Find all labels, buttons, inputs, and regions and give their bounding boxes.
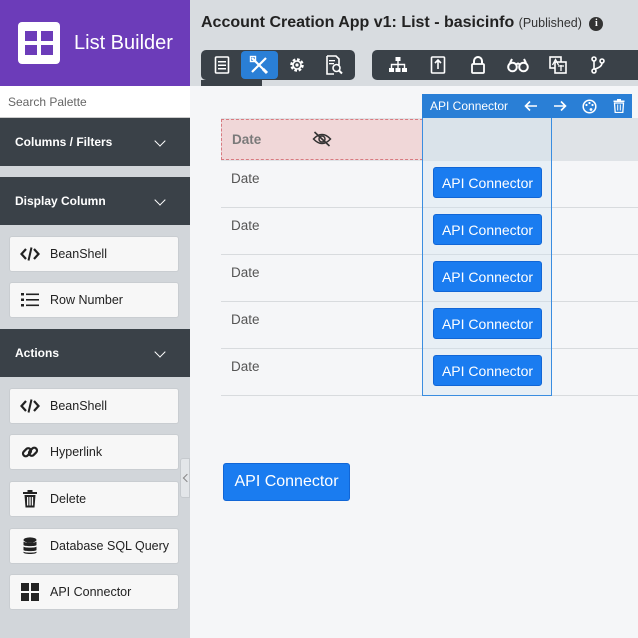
- palette-item-label: BeanShell: [50, 247, 107, 261]
- numbered-list-icon: [20, 290, 40, 310]
- brand-bar: List Builder: [0, 0, 190, 86]
- api-connector-button[interactable]: API Connector: [433, 308, 542, 339]
- column-toolbar-label: API Connector: [430, 99, 509, 113]
- file-export-icon: [430, 56, 446, 74]
- section-actions[interactable]: Actions: [0, 329, 190, 377]
- palette-item-label: Row Number: [50, 293, 123, 307]
- design-tools-icon: [250, 55, 269, 75]
- palette-icon[interactable]: [580, 97, 598, 115]
- api-connector-button[interactable]: API Connector: [433, 261, 542, 292]
- date-cell: Date: [231, 265, 260, 280]
- api-connector-button[interactable]: API Connector: [433, 214, 542, 245]
- info-icon[interactable]: i: [589, 17, 604, 31]
- version-button[interactable]: [578, 51, 618, 79]
- tree-view-button[interactable]: [378, 51, 418, 79]
- branch-icon: [591, 56, 605, 74]
- builder-header: Account Creation App v1: List - basicinf…: [190, 0, 638, 90]
- section-display-column[interactable]: Display Column: [0, 177, 190, 225]
- page-title-text: Account Creation App v1: List - basicinf…: [201, 14, 515, 31]
- binoculars-icon: [507, 58, 529, 73]
- column-header-label: Date: [232, 132, 262, 147]
- section-title: Actions: [15, 346, 60, 360]
- section-title: Display Column: [15, 194, 106, 208]
- date-cell: Date: [231, 312, 260, 327]
- bulk-api-connector-button[interactable]: API Connector: [223, 463, 350, 501]
- chevron-down-icon: [154, 194, 166, 206]
- lock-icon: [471, 56, 485, 74]
- collapse-sidebar-handle[interactable]: [180, 458, 190, 498]
- translate-icon: [549, 56, 567, 74]
- search-palette-input[interactable]: [0, 86, 190, 118]
- gear-icon: [290, 58, 304, 72]
- palette-item-api-connector[interactable]: API Connector: [9, 574, 179, 610]
- inspect-button[interactable]: [498, 51, 538, 79]
- code-icon: [20, 244, 40, 264]
- palette-item-label: Hyperlink: [50, 445, 103, 459]
- column-header-date[interactable]: Date: [221, 119, 423, 160]
- page-title: Account Creation App v1: List - basicinf…: [201, 14, 604, 32]
- eye-slash-icon[interactable]: [312, 131, 332, 150]
- export-button[interactable]: [418, 51, 458, 79]
- date-cell: Date: [231, 218, 260, 233]
- settings-button[interactable]: [278, 51, 316, 79]
- chevron-down-icon: [154, 135, 166, 147]
- palette-item-label: API Connector: [50, 585, 132, 599]
- date-cell: Date: [231, 359, 260, 374]
- grid-logo-icon: [18, 22, 60, 64]
- database-icon: [20, 536, 40, 556]
- list-icon: [214, 56, 230, 74]
- translate-button[interactable]: [538, 51, 578, 79]
- column-toolbar: API Connector: [422, 94, 632, 118]
- windows-grid-icon: [20, 582, 40, 602]
- palette-item-row-number[interactable]: Row Number: [9, 282, 179, 318]
- palette-item-delete[interactable]: Delete: [9, 481, 179, 517]
- palette-item-label: BeanShell: [50, 399, 107, 413]
- list-view-button[interactable]: [203, 51, 241, 79]
- design-button[interactable]: [240, 51, 278, 79]
- trash-icon[interactable]: [610, 97, 628, 115]
- palette-item-label: Delete: [50, 492, 87, 506]
- brand-title: List Builder: [74, 31, 173, 54]
- palette-item-database-sql-query[interactable]: Database SQL Query: [9, 528, 179, 564]
- publish-status: (Published): [518, 16, 582, 30]
- chevron-down-icon: [154, 346, 166, 358]
- preview-button[interactable]: [316, 51, 354, 79]
- permission-button[interactable]: [458, 51, 498, 79]
- section-columns-filters[interactable]: Columns / Filters: [0, 118, 190, 166]
- date-cell: Date: [231, 171, 260, 186]
- link-icon: [20, 442, 40, 462]
- code-icon: [20, 396, 40, 416]
- trash-icon: [20, 489, 40, 509]
- section-title: Columns / Filters: [15, 135, 113, 149]
- palette-item-beanshell-column[interactable]: BeanShell: [9, 236, 179, 272]
- palette-sidebar: List Builder Columns / Filters Display C…: [0, 0, 190, 638]
- toolbar-right: [372, 50, 638, 80]
- arrow-right-icon[interactable]: [551, 97, 569, 115]
- toolbar-left: [201, 50, 355, 80]
- palette-item-hyperlink[interactable]: Hyperlink: [9, 434, 179, 470]
- arrow-left-icon[interactable]: [522, 97, 540, 115]
- search-document-icon: [326, 55, 343, 75]
- api-connector-button[interactable]: API Connector: [433, 167, 542, 198]
- palette-item-label: Database SQL Query: [50, 539, 170, 553]
- sitemap-icon: [389, 57, 407, 72]
- palette-item-beanshell-action[interactable]: BeanShell: [9, 388, 179, 424]
- api-connector-button[interactable]: API Connector: [433, 355, 542, 386]
